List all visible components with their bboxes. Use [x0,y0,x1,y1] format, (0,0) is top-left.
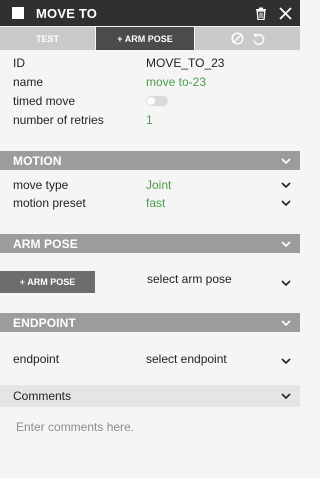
motion-preset-select[interactable]: fast [146,196,165,210]
arm-pose-section-header[interactable]: ARM POSE [0,234,300,253]
endpoint-section-header[interactable]: ENDPOINT [0,313,300,332]
comments-header-title: Comments [13,389,72,403]
retries-field[interactable]: 1 [146,113,153,127]
timed-move-label: timed move [13,94,76,108]
id-label: ID [13,56,25,70]
add-arm-pose-button[interactable]: + ARM POSE [96,27,194,50]
chevron-down-icon[interactable] [281,356,291,366]
endpoint-label: endpoint [13,352,60,366]
timed-move-toggle[interactable] [146,96,168,106]
chevron-down-icon[interactable] [281,198,291,208]
chevron-down-icon[interactable] [281,278,291,288]
arm-pose-select-row[interactable]: select arm pose [0,270,300,288]
motion-preset-label: motion preset [13,196,86,210]
comments-section-header[interactable]: Comments [0,385,300,407]
endpoint-header-title: ENDPOINT [13,315,76,330]
retries-row: number of retries 1 [0,111,300,129]
name-row: name move to-23 [0,73,300,91]
id-row: ID MOVE_TO_23 [0,54,300,72]
chevron-down-icon[interactable] [281,180,291,190]
comments-placeholder: Enter comments here. [16,420,135,434]
chevron-down-icon [281,393,291,400]
motion-section-header[interactable]: MOTION [0,151,300,170]
arm-pose-select[interactable]: select arm pose [147,272,232,286]
timed-move-row: timed move [0,92,300,110]
undo-icon[interactable] [252,32,265,45]
endpoint-select[interactable]: select endpoint [146,352,227,366]
toolbar-icon-group [195,27,300,50]
move-type-select[interactable]: Joint [146,178,171,192]
endpoint-row[interactable]: endpoint select endpoint [0,350,300,368]
id-value: MOVE_TO_23 [146,56,225,70]
arm-pose-header-title: ARM POSE [13,236,78,251]
chevron-down-icon [281,241,291,248]
comments-textarea[interactable]: Enter comments here. [0,407,300,478]
disable-icon[interactable] [230,32,244,45]
chevron-down-icon [281,158,291,165]
move-type-label: move type [13,178,69,192]
title-bar: MOVE TO [0,0,300,26]
chevron-down-icon [281,320,291,327]
move-type-row[interactable]: move type Joint [0,176,300,194]
trash-icon[interactable] [252,4,270,22]
motion-header-title: MOTION [13,153,62,168]
name-field[interactable]: move to-23 [146,75,206,89]
test-button[interactable]: TEST [0,27,95,50]
name-label: name [13,75,44,89]
toolbar: TEST + ARM POSE [0,27,300,50]
retries-label: number of retries [13,113,104,127]
node-square-icon [12,7,24,19]
window-title: MOVE TO [36,5,98,21]
toggle-knob [147,97,155,105]
motion-preset-row[interactable]: motion preset fast [0,194,300,212]
close-icon[interactable] [276,4,294,22]
